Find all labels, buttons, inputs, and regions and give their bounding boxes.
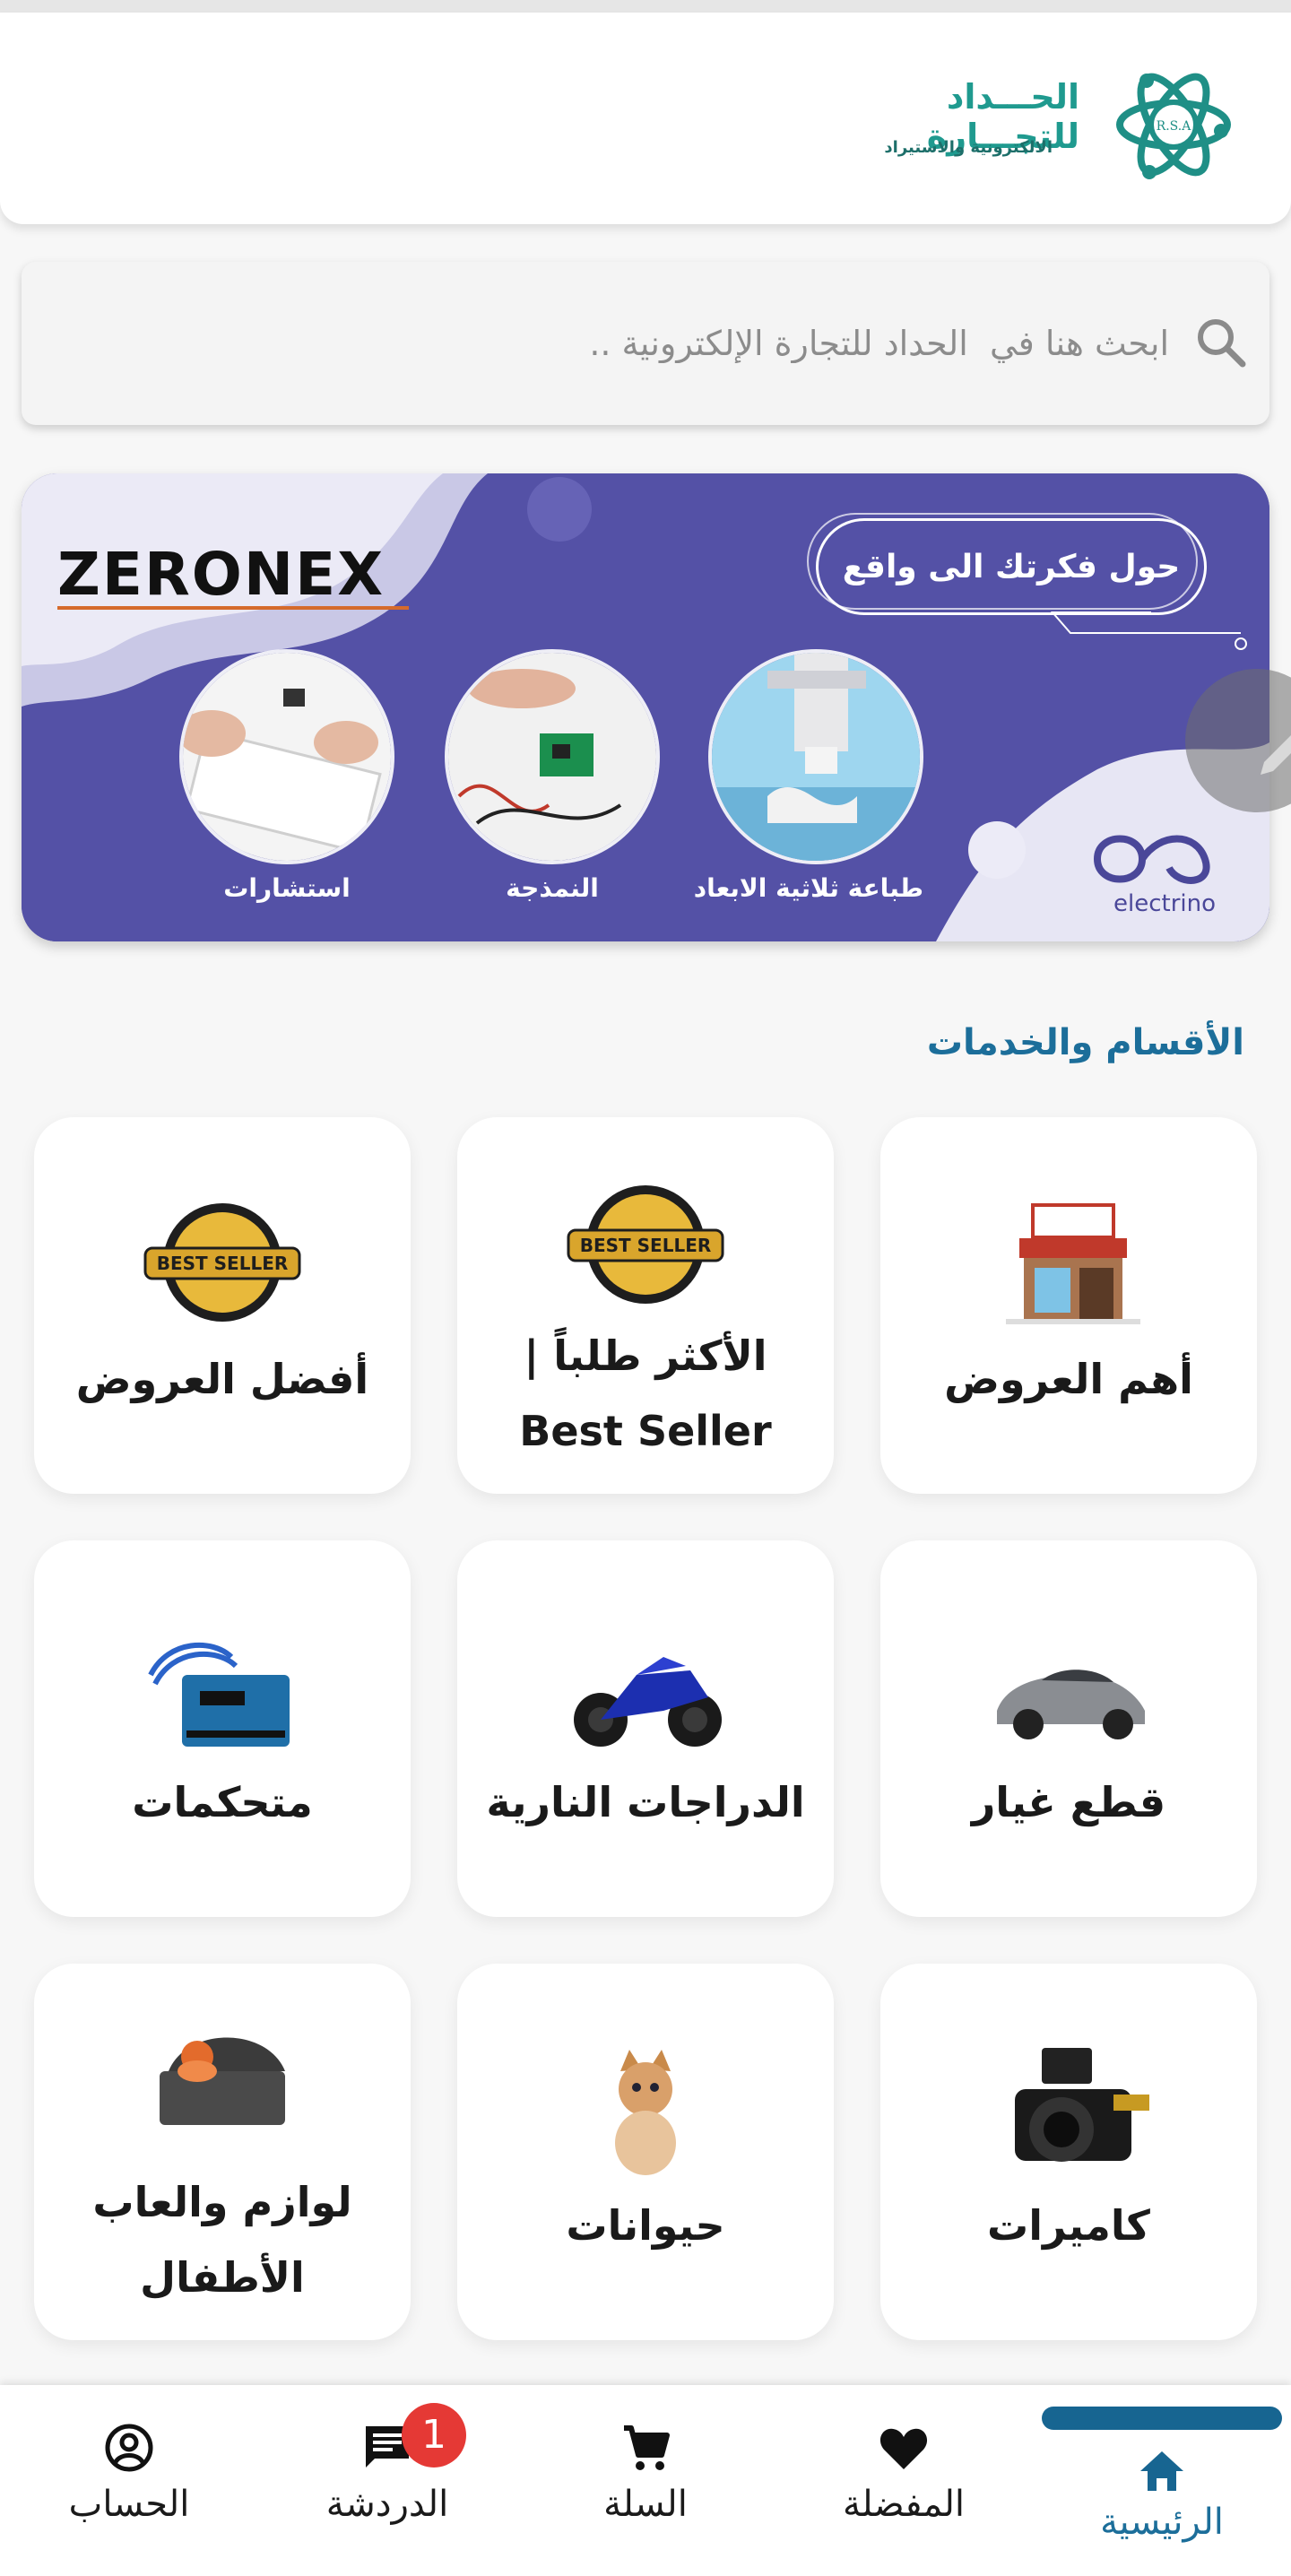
service-3d-printing[interactable]: طباعة ثلاثية الابعاد	[693, 649, 923, 903]
search-input[interactable]	[273, 303, 1169, 384]
category-label: الأكثر طلباً | Best Seller	[519, 1331, 772, 1455]
account-icon	[105, 2424, 153, 2472]
category-card-best-seller[interactable]: BEST SELLER الأكثر طلباً | Best Seller	[457, 1117, 834, 1494]
category-card-top-offers[interactable]: أهم العروض	[880, 1117, 1257, 1494]
atom-logo-icon: R.S.A	[1116, 73, 1231, 179]
category-card-motorcycles[interactable]: الدراجات النارية	[457, 1540, 834, 1917]
pencil-icon	[1261, 735, 1291, 775]
electrino-logo: electrino	[1079, 814, 1250, 922]
brand-logo[interactable]: الحـــداد للتجـــارة الالكترونية والاستي…	[730, 57, 1232, 201]
category-label: لوازم والعاب الأطفال	[92, 2178, 352, 2302]
zeronex-underline	[57, 606, 409, 610]
camera-icon	[1015, 2048, 1149, 2162]
cart-icon	[624, 2425, 670, 2470]
service-consulting[interactable]: استشارات	[179, 649, 394, 903]
electrino-text: electrino	[1113, 890, 1216, 917]
category-label: متحكمات	[132, 1778, 313, 1826]
nav-favorites[interactable]: المفضلة	[787, 2385, 1020, 2576]
svg-text:BEST SELLER: BEST SELLER	[157, 1253, 289, 1274]
nav-label: الرئيسية	[1100, 2502, 1224, 2543]
category-card-animals[interactable]: حيوانات	[457, 1964, 834, 2340]
best-seller-badge-icon: BEST SELLER	[143, 1203, 301, 1322]
kitten-icon	[615, 2050, 676, 2175]
zeronex-logo: ZERONEX	[57, 540, 386, 609]
category-card-kids[interactable]: لوازم والعاب الأطفال	[34, 1964, 411, 2340]
category-label: قطع غيار	[971, 1778, 1166, 1826]
heart-icon	[879, 2428, 928, 2469]
home-icon	[1140, 2451, 1183, 2491]
consulting-photo	[179, 649, 394, 864]
3d-printer-photo	[708, 649, 923, 864]
nav-label: المفضلة	[842, 2484, 966, 2525]
category-label: أهم العروض	[944, 1355, 1193, 1403]
category-card-best-offers[interactable]: BEST SELLER أفضل العروض	[34, 1117, 411, 1494]
shop-icon	[1006, 1203, 1140, 1324]
search-bar[interactable]	[22, 262, 1269, 425]
service-label: طباعة ثلاثية الابعاد	[693, 873, 923, 903]
circuit-photo	[445, 649, 660, 864]
nav-account[interactable]: الحساب	[13, 2385, 246, 2576]
category-card-cameras[interactable]: كاميرات	[880, 1964, 1257, 2340]
search-icon[interactable]	[1189, 310, 1253, 375]
logo-monogram: R.S.A	[1157, 119, 1192, 134]
app-header: الحـــداد للتجـــارة الالكترونية والاستي…	[0, 13, 1291, 224]
category-label: الدراجات النارية	[486, 1778, 805, 1826]
brand-subtitle: الالكترونية والاستيراد	[884, 138, 1053, 157]
service-label: استشارات	[223, 873, 351, 903]
chat-badge: 1	[402, 2403, 466, 2468]
tagline-pill: حول فكرتك الى واقع	[816, 518, 1207, 615]
arduino-board-icon	[148, 1642, 290, 1747]
nav-label: الحساب	[68, 2484, 190, 2525]
promo-banner[interactable]: ZERONEX حول فكرتك الى واقع طباعة ثلاثية …	[22, 473, 1269, 941]
nav-label: السلة	[603, 2484, 688, 2525]
baby-stroller-icon	[160, 2037, 285, 2125]
motorcycle-icon	[574, 1657, 722, 1747]
nav-label: الدردشة	[325, 2484, 449, 2525]
category-label: كاميرات	[987, 2201, 1150, 2250]
category-label: حيوانات	[566, 2201, 725, 2250]
car-icon	[997, 1670, 1145, 1739]
section-title: الأقسام والخدمات	[926, 1022, 1244, 1063]
category-card-spare-parts[interactable]: قطع غيار	[880, 1540, 1257, 1917]
service-label: النمذجة	[506, 873, 599, 903]
active-tab-indicator	[1042, 2407, 1282, 2430]
status-strip	[0, 0, 1291, 13]
svg-text:BEST SELLER: BEST SELLER	[580, 1235, 712, 1256]
best-seller-badge-icon: BEST SELLER	[567, 1185, 724, 1304]
service-prototyping[interactable]: النمذجة	[445, 649, 660, 903]
category-card-controllers[interactable]: متحكمات	[34, 1540, 411, 1917]
category-label: أفضل العروض	[75, 1355, 369, 1403]
nav-cart[interactable]: السلة	[529, 2385, 762, 2576]
nav-chat[interactable]: الدردشة	[271, 2385, 504, 2576]
